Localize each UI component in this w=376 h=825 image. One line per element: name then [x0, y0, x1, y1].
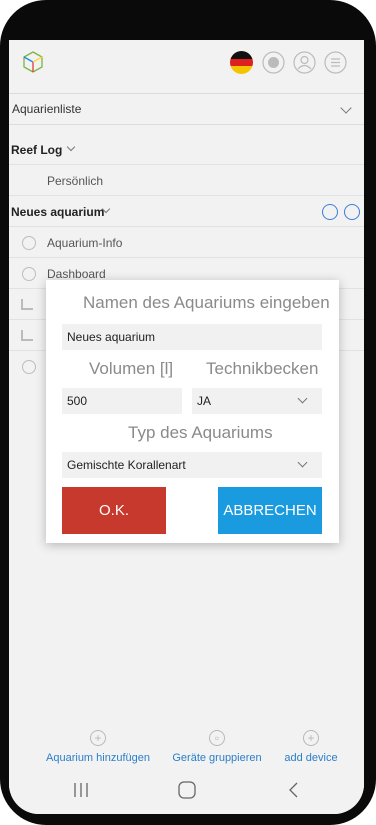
- sump-select[interactable]: JA: [192, 388, 322, 414]
- tree-item-aquarium-info[interactable]: Aquarium-Info: [9, 228, 364, 258]
- globe-icon[interactable]: [262, 51, 285, 74]
- sump-value: JA: [197, 394, 212, 408]
- close-icon[interactable]: [344, 204, 360, 220]
- add-aquarium-button[interactable]: + Aquarium hinzufügen: [45, 730, 151, 764]
- volume-heading: Volumen [l]: [89, 359, 174, 378]
- dashboard-label: Dashboard: [47, 267, 106, 281]
- menu-icon[interactable]: [324, 51, 347, 74]
- plus-icon: +: [90, 730, 106, 746]
- aquarium-name-value: Neues aquarium: [67, 330, 156, 344]
- cancel-button[interactable]: ABBRECHEN: [218, 487, 322, 534]
- add-aquarium-label: Aquarium hinzufügen: [46, 752, 150, 764]
- ok-button[interactable]: O.K.: [62, 487, 166, 534]
- home-icon[interactable]: [177, 780, 197, 800]
- bar-chart-icon: [21, 330, 33, 341]
- recent-apps-icon[interactable]: [72, 780, 90, 800]
- system-nav-bar: [9, 768, 364, 814]
- dashboard-icon: [22, 267, 36, 281]
- group-devices-label: Geräte gruppieren: [172, 752, 262, 764]
- cube-logo-icon[interactable]: [21, 50, 45, 74]
- aquarium-type-heading: Typ des Aquariums: [128, 423, 273, 442]
- chevron-down-icon: [297, 393, 308, 404]
- volume-value: 500: [67, 394, 88, 408]
- add-device-button[interactable]: + add device: [279, 730, 343, 764]
- aquarium-type-select[interactable]: Gemischte Korallenart: [62, 452, 322, 478]
- group-devices-button[interactable]: ▫ Geräte gruppieren: [169, 730, 265, 764]
- back-icon[interactable]: [286, 780, 300, 800]
- aquarium-name-input[interactable]: Neues aquarium: [62, 324, 322, 350]
- sump-heading: Technikbecken: [206, 359, 319, 378]
- edit-icon[interactable]: [322, 204, 338, 220]
- aquarium-type-value: Gemischte Korallenart: [67, 458, 186, 472]
- aquarium-list-select[interactable]: Aquarienliste: [9, 93, 364, 125]
- chevron-down-icon: [297, 457, 308, 468]
- reef-log-label: Reef Log: [11, 143, 63, 157]
- tree-item-personal[interactable]: Persönlich: [9, 166, 364, 196]
- create-aquarium-dialog: Namen des Aquariums eingeben Neues aquar…: [46, 280, 339, 543]
- user-icon[interactable]: [293, 51, 316, 74]
- flag-icon[interactable]: [230, 51, 253, 74]
- add-device-label: add device: [284, 752, 338, 764]
- app-header: [9, 40, 364, 86]
- group-icon: ▫: [209, 730, 225, 746]
- aquarium-info-label: Aquarium-Info: [47, 236, 123, 250]
- aquarium-name-heading: Namen des Aquariums eingeben: [83, 293, 330, 312]
- chevron-down-icon: [66, 142, 76, 152]
- tree-item-aquarium[interactable]: Neues aquarium: [9, 197, 364, 227]
- settings-icon: [22, 360, 36, 374]
- personal-label: Persönlich: [47, 174, 104, 188]
- plus-icon: +: [303, 730, 319, 746]
- aquarium-list-label: Aquarienliste: [12, 102, 82, 116]
- bar-chart-icon: [21, 299, 33, 310]
- aquarium-name-label: Neues aquarium: [11, 205, 105, 219]
- phone-frame: Aquarienliste Reef Log Persönlich Neues …: [0, 0, 376, 825]
- chevron-down-icon: [340, 102, 352, 114]
- info-icon: [22, 236, 36, 250]
- tree-item-reef-log[interactable]: Reef Log: [9, 135, 364, 165]
- volume-input[interactable]: 500: [62, 388, 182, 414]
- app-screen: Aquarienliste Reef Log Persönlich Neues …: [9, 40, 364, 814]
